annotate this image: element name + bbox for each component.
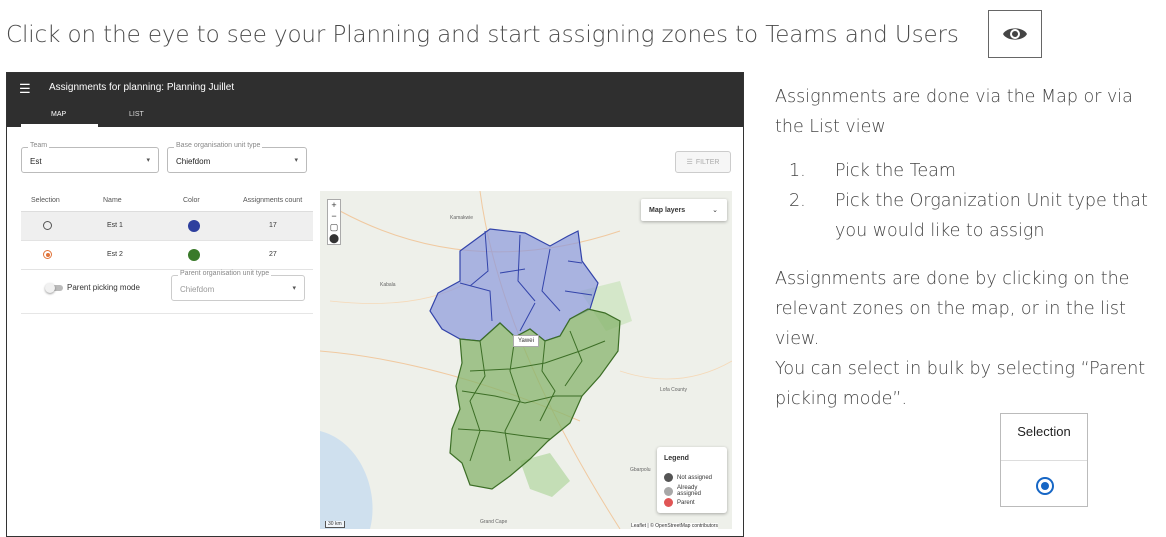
chevron-down-icon: ▾ bbox=[146, 157, 150, 164]
row-name: Est 2 bbox=[107, 251, 123, 258]
step-text: Pick the Organization Unit type that you… bbox=[835, 191, 1148, 241]
chevron-down-icon: ▾ bbox=[292, 285, 296, 292]
eye-button[interactable] bbox=[988, 10, 1042, 58]
legend-swatch bbox=[664, 486, 673, 496]
row-name: Est 1 bbox=[107, 222, 123, 229]
eye-icon bbox=[1003, 28, 1027, 40]
map-attribution[interactable]: Leaflet | © OpenStreetMap contributors bbox=[631, 523, 718, 529]
instruction-headline: Click on the eye to see your Planning an… bbox=[6, 22, 959, 48]
row-count: 27 bbox=[269, 251, 277, 258]
legend-item: Already assigned bbox=[664, 485, 705, 497]
legend-item: Not assigned bbox=[664, 473, 712, 482]
legend-swatch bbox=[664, 498, 673, 507]
legend-label: Already assigned bbox=[677, 485, 702, 497]
para-clicking-zones: Assignments are done by clicking on the … bbox=[775, 264, 1160, 414]
team-select[interactable]: Team Est ▾ bbox=[21, 142, 159, 173]
table-row[interactable]: Est 2 27 bbox=[21, 241, 313, 270]
parent-picking-toggle[interactable] bbox=[45, 283, 63, 293]
map-pin-icon[interactable]: ⬤ bbox=[328, 233, 340, 244]
filter-label: FILTER bbox=[695, 158, 720, 166]
row-radio[interactable] bbox=[43, 250, 52, 259]
col-selection: Selection bbox=[31, 197, 60, 204]
selection-example: Selection bbox=[1000, 413, 1088, 507]
selection-header: Selection bbox=[1001, 414, 1087, 461]
legend-title: Legend bbox=[664, 455, 689, 462]
menu-icon[interactable]: ☰ bbox=[19, 81, 31, 97]
team-color-swatch[interactable] bbox=[188, 220, 200, 232]
col-count: Assignments count bbox=[243, 197, 303, 204]
svg-text:Lofa County: Lofa County bbox=[660, 387, 687, 393]
map-toolbar: + − ▢ ⬤ bbox=[327, 199, 341, 245]
selection-radio[interactable] bbox=[1036, 477, 1054, 495]
svg-text:Gbarpolu: Gbarpolu bbox=[630, 467, 651, 473]
parent-org-type-select[interactable]: Parent organisation unit type Chiefdom ▾ bbox=[171, 270, 305, 301]
tab-list[interactable]: LIST bbox=[129, 111, 144, 118]
map-layers-dropdown[interactable]: Map layers ⌄ bbox=[641, 199, 727, 221]
parent-picking-label: Parent picking mode bbox=[67, 283, 140, 292]
step-number: 1. bbox=[789, 161, 806, 181]
map-scale: 30 km bbox=[325, 521, 345, 528]
zoom-in-button[interactable]: + bbox=[328, 200, 340, 211]
app-screenshot: ☰ Assignments for planning: Planning Jui… bbox=[6, 72, 744, 537]
tab-map[interactable]: MAP bbox=[51, 111, 66, 118]
parent-org-type-label: Parent organisation unit type bbox=[178, 270, 272, 277]
para-clicking-zones-text: Assignments are done by clicking on the … bbox=[775, 269, 1130, 349]
draw-rectangle-icon[interactable]: ▢ bbox=[328, 222, 340, 233]
org-unit-type-select[interactable]: Base organisation unit type Chiefdom ▾ bbox=[167, 142, 307, 173]
teams-table: Selection Name Color Assignments count E… bbox=[21, 189, 313, 270]
col-color: Color bbox=[183, 197, 200, 204]
list-item: 1. Pick the Team bbox=[775, 156, 1155, 186]
map-legend: Legend Not assigned Already assigned Par… bbox=[657, 447, 727, 513]
legend-label: Parent bbox=[677, 499, 695, 506]
row-radio[interactable] bbox=[43, 221, 52, 230]
zone-tooltip: Yawei bbox=[513, 335, 539, 347]
row-count: 17 bbox=[269, 222, 277, 229]
chevron-down-icon: ▾ bbox=[294, 157, 298, 164]
org-unit-type-value: Chiefdom bbox=[176, 157, 211, 166]
filter-button[interactable]: ☰ FILTER bbox=[675, 151, 731, 173]
active-tab-indicator bbox=[21, 124, 98, 127]
table-row[interactable]: Est 1 17 bbox=[21, 212, 313, 241]
team-select-label: Team bbox=[28, 142, 50, 149]
steps-list: 1. Pick the Team 2. Pick the Organizatio… bbox=[775, 156, 1155, 246]
legend-item: Parent bbox=[664, 498, 695, 507]
svg-text:Kamakwie: Kamakwie bbox=[450, 215, 473, 221]
chevron-down-icon: ⌄ bbox=[712, 207, 718, 214]
step-text: Pick the Team bbox=[835, 161, 956, 181]
col-name: Name bbox=[103, 197, 122, 204]
svg-text:Kabala: Kabala bbox=[380, 282, 396, 288]
legend-swatch bbox=[664, 473, 673, 482]
table-header: Selection Name Color Assignments count bbox=[21, 189, 313, 212]
app-bar: ☰ Assignments for planning: Planning Jui… bbox=[7, 73, 743, 127]
app-title: Assignments for planning: Planning Juill… bbox=[49, 82, 235, 93]
list-item: 2. Pick the Organization Unit type that … bbox=[775, 186, 1155, 246]
team-select-value: Est bbox=[30, 157, 42, 166]
org-unit-type-label: Base organisation unit type bbox=[174, 142, 263, 149]
para-map-or-list: Assignments are done via the Map or via … bbox=[775, 87, 1133, 137]
divider bbox=[21, 313, 313, 314]
legend-label: Not assigned bbox=[677, 474, 713, 481]
para-bulk-select-text: You can select in bulk by selecting “Par… bbox=[775, 359, 1146, 409]
svg-text:Grand Cape: Grand Cape bbox=[480, 519, 507, 525]
parent-org-type-value: Chiefdom bbox=[180, 285, 215, 294]
filter-icon: ☰ bbox=[686, 159, 693, 166]
step-number: 2. bbox=[789, 191, 806, 211]
map-layers-label: Map layers bbox=[649, 207, 686, 214]
zoom-out-button[interactable]: − bbox=[328, 211, 340, 222]
team-color-swatch[interactable] bbox=[188, 249, 200, 261]
